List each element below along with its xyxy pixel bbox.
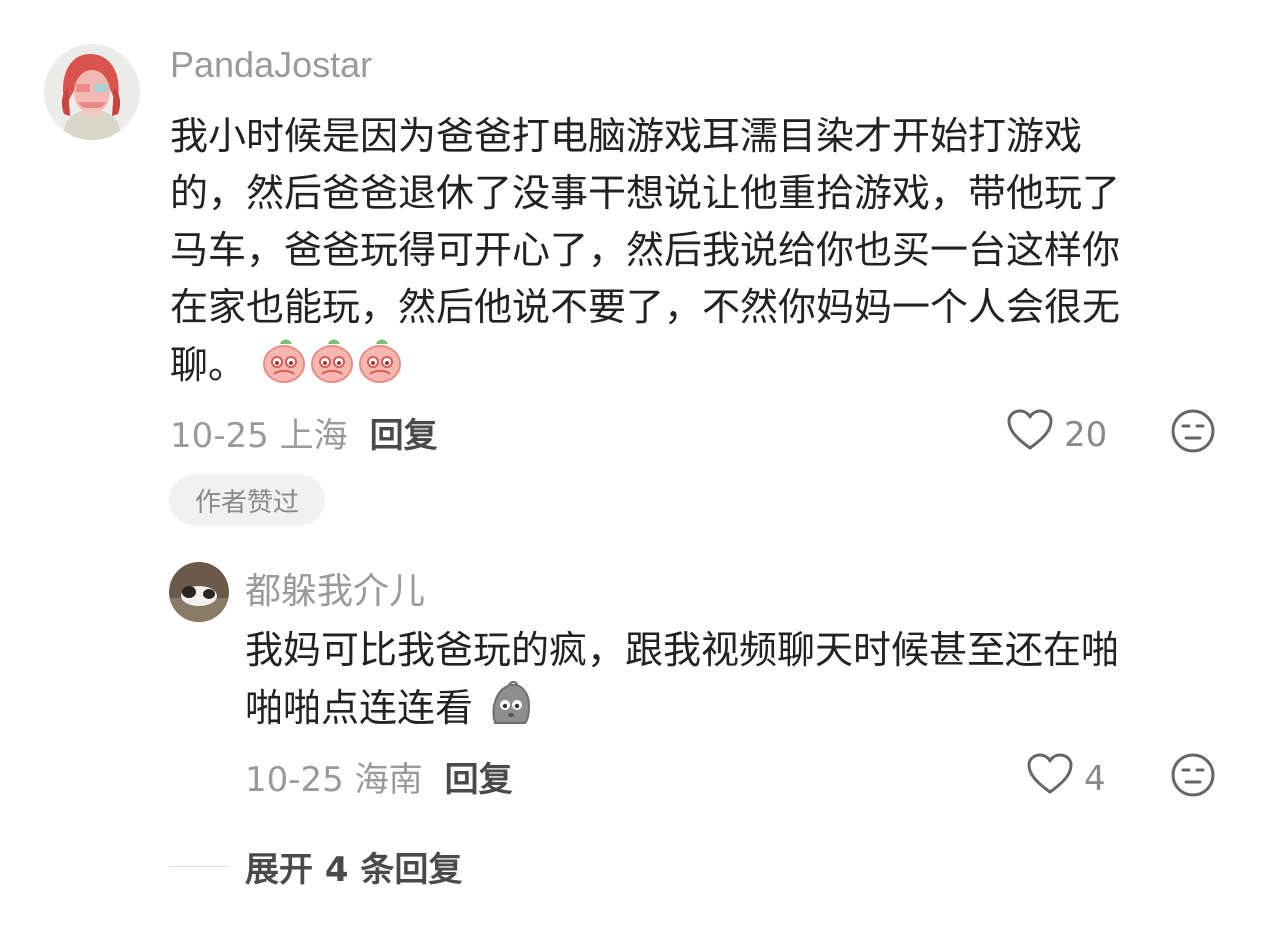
comment-line: 马车，爸爸玩得可开心了，然后我说给你也买一台这样你: [170, 228, 1121, 272]
comment-date-location: 10-25 上海: [170, 416, 348, 456]
comment-line-last: 聊。: [170, 336, 1120, 400]
reply-line-text: 啪啪点连连看: [245, 686, 474, 730]
reply-user-avatar[interactable]: [169, 562, 229, 622]
expand-replies-label: 展开 4 条回复: [245, 850, 463, 890]
reply-body: 我妈可比我爸玩的疯，跟我视频聊天时候甚至还在啪 啪啪点连连看: [245, 622, 1119, 743]
reply-date-location: 10-25 海南: [245, 760, 423, 800]
expand-divider: [169, 866, 229, 867]
user-avatar[interactable]: [44, 44, 140, 140]
like-count: 20: [1064, 414, 1108, 455]
comment-meta: 10-25 上海 回复: [170, 408, 438, 457]
reply-button[interactable]: 回复: [370, 416, 438, 456]
reply-like-count: 4: [1084, 758, 1106, 799]
like-button[interactable]: 20: [1006, 408, 1107, 461]
comment-body: 我小时候是因为爸爸打电脑游戏耳濡目染才开始打游戏 的，然后爸爸退休了没事干想说让…: [170, 108, 1120, 400]
comment-line-text: 聊。: [170, 343, 247, 387]
comment-thread: PandaJostar 我小时候是因为爸爸打电脑游戏耳濡目染才开始打游戏 的，然…: [0, 0, 1279, 948]
reply-line-last: 啪啪点连连看: [245, 679, 1119, 743]
reply-line: 我妈可比我爸玩的疯，跟我视频聊天时候甚至还在啪: [245, 628, 1120, 672]
peach-pleading-emoji: [262, 336, 402, 400]
grey-blob-emoji: [487, 679, 535, 743]
author-liked-badge: 作者赞过: [169, 474, 325, 526]
neutral-face-icon: [1171, 753, 1215, 797]
reply-like-button[interactable]: 4: [1026, 752, 1106, 805]
comment-username[interactable]: PandaJostar: [170, 44, 372, 86]
reply-meta: 10-25 海南 回复: [245, 752, 513, 801]
neutral-face-icon: [1171, 409, 1215, 453]
heart-icon: [1026, 752, 1074, 805]
reply-dislike-button[interactable]: [1170, 752, 1216, 802]
comment-line: 我小时候是因为爸爸打电脑游戏耳濡目染才开始打游戏: [170, 114, 1083, 158]
comment-line: 的，然后爸爸退休了没事干想说让他重拾游戏，带他玩了: [170, 171, 1121, 215]
comment-line: 在家也能玩，然后他说不要了，不然你妈妈一个人会很无: [170, 285, 1121, 329]
expand-replies-button[interactable]: 展开 4 条回复: [169, 842, 462, 891]
dislike-button[interactable]: [1170, 408, 1216, 458]
heart-icon: [1006, 408, 1054, 461]
reply-username[interactable]: 都躲我介儿: [245, 562, 425, 614]
reply-reply-button[interactable]: 回复: [445, 760, 513, 800]
